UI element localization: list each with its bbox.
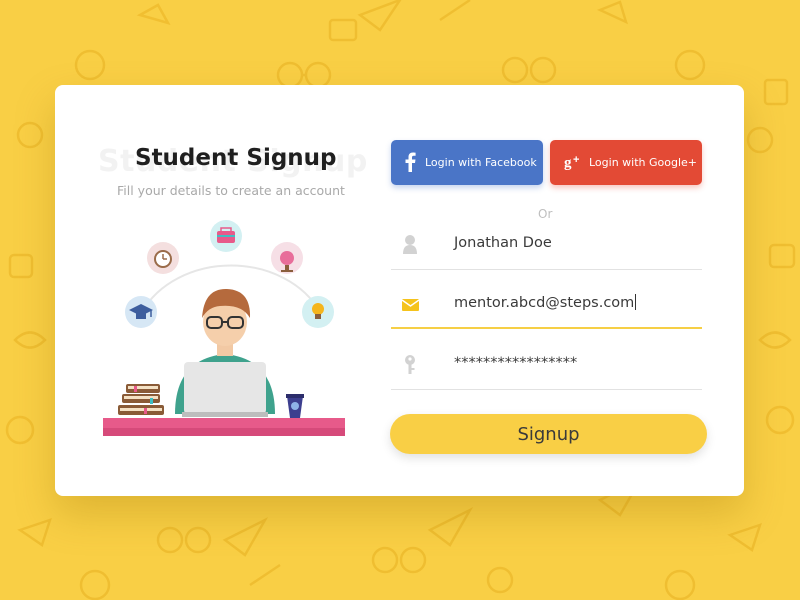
password-field[interactable]: ***************** [391, 342, 702, 390]
user-icon [401, 234, 419, 256]
text-caret [635, 294, 637, 310]
google-plus-icon: g + [564, 153, 584, 174]
facebook-login-label: Login with Facebook [425, 156, 537, 169]
name-value: Jonathan Doe [454, 235, 552, 251]
globe-icon [271, 242, 303, 274]
student-illustration [103, 220, 345, 436]
divider-text: Or [538, 207, 553, 221]
svg-text:g: g [564, 155, 572, 171]
briefcase-icon [210, 220, 242, 252]
key-icon [401, 354, 419, 376]
google-login-label: Login with Google+ [589, 156, 698, 169]
signup-button[interactable]: Signup [390, 414, 707, 454]
email-value: mentor.abcd@steps.com [454, 295, 635, 311]
email-field[interactable]: mentor.abcd@steps.com [391, 281, 702, 329]
envelope-icon [401, 293, 420, 315]
name-field[interactable]: Jonathan Doe [391, 222, 702, 270]
email-underline [391, 327, 702, 329]
page-title: Student Signup [135, 145, 337, 171]
svg-text:+: + [573, 154, 579, 166]
name-underline [391, 269, 702, 270]
alarm-clock-icon [147, 242, 179, 274]
facebook-login-button[interactable]: Login with Facebook [391, 140, 543, 185]
page-subtitle: Fill your details to create an account [117, 183, 345, 198]
graduation-cap-icon [125, 296, 157, 328]
google-login-button[interactable]: g + Login with Google+ [550, 140, 702, 185]
facebook-icon [403, 152, 417, 175]
password-underline [391, 389, 702, 390]
password-value: ***************** [454, 355, 578, 371]
lightbulb-icon [302, 296, 334, 328]
